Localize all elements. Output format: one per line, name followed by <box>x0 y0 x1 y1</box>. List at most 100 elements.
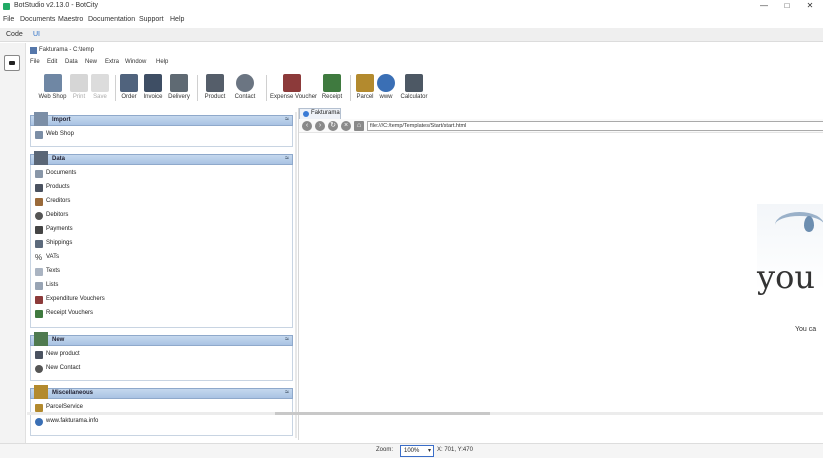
toolbar-webshop-button[interactable]: Web Shop <box>36 73 69 103</box>
tab-ui[interactable]: UI <box>33 31 40 38</box>
toolbar-label: Expense Voucher <box>270 94 318 100</box>
menu-documentation[interactable]: Documentation <box>88 16 135 23</box>
menu-documents[interactable]: Documents <box>20 16 55 23</box>
refresh-icon[interactable]: ↻ <box>328 121 338 131</box>
toolbar-save-button[interactable]: Save <box>90 73 110 103</box>
lists-icon <box>35 282 43 290</box>
toolbar-label: Order <box>121 94 137 100</box>
menu-support[interactable]: Support <box>139 16 164 23</box>
nav-item-label: Debitors <box>46 212 69 218</box>
app-menu-extra[interactable]: Extra <box>105 59 119 65</box>
shippings-icon <box>35 240 43 248</box>
toolbar-expense-voucher-button[interactable]: Expense Voucher <box>270 73 318 103</box>
studio-tabs: Code UI <box>0 28 823 42</box>
fakturama-window: Fakturama - C:\temp File Edit Data New E… <box>27 44 823 440</box>
section-misc-header[interactable]: Miscellaneous ≈ <box>30 385 293 399</box>
nav-item-label: Web Shop <box>46 131 74 137</box>
browser-panel: Fakturama ‹ › ↻ × ⌂ file:///C:/temp/Temp… <box>298 108 823 440</box>
close-button[interactable]: ✕ <box>803 1 817 11</box>
cart-icon <box>35 131 43 139</box>
horizontal-scrollbar[interactable] <box>27 412 823 415</box>
misc-icon <box>34 385 48 399</box>
menu-help[interactable]: Help <box>170 16 184 23</box>
section-new-header[interactable]: New ≈ <box>30 332 293 346</box>
section-misc-body: ParcelService www.fakturama.info <box>30 399 293 436</box>
toolbar-www-button[interactable]: www <box>376 73 396 103</box>
toolbar-delivery-button[interactable]: Delivery <box>166 73 192 103</box>
toolbar-order-button[interactable]: Order <box>118 73 140 103</box>
save-icon <box>91 74 109 92</box>
nav-item-label: Expenditure Vouchers <box>46 296 105 302</box>
collapse-icon[interactable]: ≈ <box>285 336 289 343</box>
nav-item-label: Products <box>46 184 70 190</box>
payments-icon <box>35 226 43 234</box>
calculator-icon <box>405 74 423 92</box>
parcel-icon <box>35 404 43 412</box>
toolbar-label: Web Shop <box>38 94 67 100</box>
toolbar-label: Delivery <box>168 94 190 100</box>
app-menu-data[interactable]: Data <box>65 59 78 65</box>
welcome-heading: you <box>757 258 815 296</box>
chevron-down-icon: ▾ <box>427 448 431 454</box>
menu-file[interactable]: File <box>3 16 14 23</box>
product-icon <box>35 351 43 359</box>
browser-navbar: ‹ › ↻ × ⌂ file:///C:/temp/Templates/Star… <box>299 119 823 133</box>
fakturama-icon <box>30 47 37 54</box>
panel-splitter[interactable] <box>295 112 297 438</box>
maximize-button[interactable]: □ <box>780 1 794 11</box>
toolbar-contact-button[interactable]: Contact <box>232 73 258 103</box>
texts-icon <box>35 268 43 276</box>
toolbar-separator <box>115 75 116 101</box>
navigation-panel: Import ≈ Web Shop Data ≈ Documents Produ… <box>30 112 293 438</box>
camera-icon[interactable] <box>4 55 20 71</box>
browser-tab[interactable]: Fakturama <box>299 108 341 119</box>
toolbar-label: Product <box>204 94 226 100</box>
nav-item-label: Documents <box>46 170 77 176</box>
web-content: you You ca <box>299 134 823 440</box>
collapse-icon[interactable]: ≈ <box>285 116 289 123</box>
toolbar-print-button[interactable]: Print <box>69 73 89 103</box>
scrollbar-thumb[interactable] <box>275 412 490 415</box>
tab-code[interactable]: Code <box>6 31 23 38</box>
toolbar-label: Contact <box>234 94 256 100</box>
zoom-select[interactable]: 100% ▾ <box>400 445 434 457</box>
stop-icon[interactable]: × <box>341 121 351 131</box>
app-menu-new[interactable]: New <box>85 59 97 65</box>
home-icon[interactable]: ⌂ <box>354 121 364 131</box>
window-title: BotStudio v2.13.0 - BotCity <box>14 2 99 9</box>
section-data-header[interactable]: Data ≈ <box>30 151 293 165</box>
section-import-header[interactable]: Import ≈ <box>30 112 293 126</box>
percent-icon: % <box>35 253 43 262</box>
section-title: New <box>52 337 65 343</box>
tool-strip <box>0 43 26 443</box>
app-menu-help[interactable]: Help <box>156 59 168 65</box>
collapse-icon[interactable]: ≈ <box>285 155 289 162</box>
products-icon <box>35 184 43 192</box>
minimize-button[interactable]: — <box>757 1 771 11</box>
toolbar-invoice-button[interactable]: Invoice <box>141 73 165 103</box>
cursor-coordinates: X: 701, Y:470 <box>437 447 473 453</box>
back-icon[interactable]: ‹ <box>302 121 312 131</box>
nav-item-label: Lists <box>46 282 59 288</box>
collapse-icon[interactable]: ≈ <box>285 389 289 396</box>
forward-icon[interactable]: › <box>315 121 325 131</box>
section-import-body: Web Shop <box>30 126 293 147</box>
window-titlebar: BotStudio v2.13.0 - BotCity — □ ✕ <box>0 0 823 13</box>
section-title: Miscellaneous <box>52 390 94 396</box>
menu-maestro[interactable]: Maestro <box>58 16 83 23</box>
toolbar-receipt-button[interactable]: Receipt <box>320 73 344 103</box>
app-menu-file[interactable]: File <box>30 59 40 65</box>
browser-tab-label: Fakturama <box>311 110 340 116</box>
order-icon <box>120 74 138 92</box>
app-title: Fakturama - C:\temp <box>39 47 95 53</box>
cart-icon <box>34 112 48 126</box>
logo-drop <box>804 216 814 232</box>
url-field[interactable]: file:///C:/temp/Templates/Start/start.ht… <box>367 121 823 131</box>
toolbar-parcel-button[interactable]: Parcel <box>355 73 375 103</box>
app-menu-edit[interactable]: Edit <box>47 59 57 65</box>
toolbar-product-button[interactable]: Product <box>202 73 228 103</box>
app-menu-window[interactable]: Window <box>125 59 146 65</box>
toolbar-label: Calculator <box>400 94 428 100</box>
nav-item-label: New product <box>46 351 80 357</box>
toolbar-calculator-button[interactable]: Calculator <box>398 73 430 103</box>
